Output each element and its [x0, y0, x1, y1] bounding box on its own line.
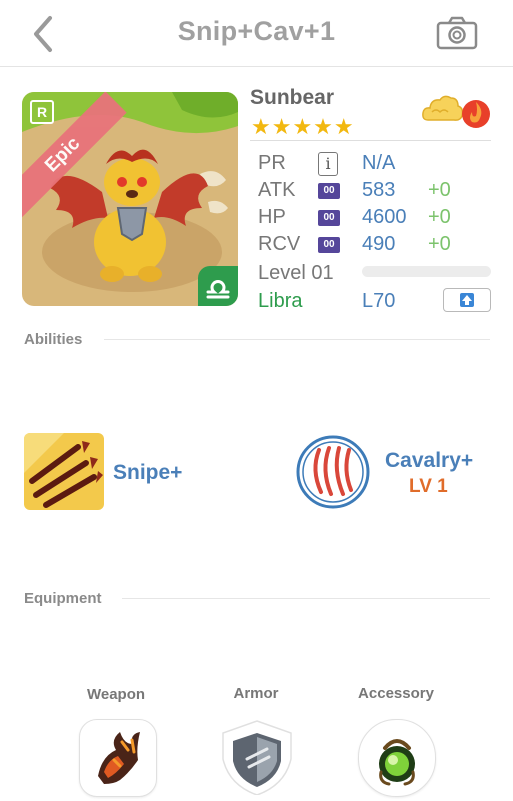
fire-icon	[462, 100, 490, 128]
upgrade-button[interactable]	[443, 288, 491, 312]
stat-label-atk: ATK	[258, 179, 296, 201]
equipment-divider	[122, 598, 490, 599]
stat-badge-rcv: 00	[318, 237, 340, 253]
star-rating: ★★★★★	[251, 114, 355, 139]
abilities-divider	[104, 339, 490, 340]
zodiac-level: L70	[362, 290, 396, 312]
stat-badge-atk: 00	[318, 183, 340, 199]
orb-accessory-icon	[379, 739, 415, 786]
zodiac-corner-badge	[198, 266, 238, 306]
stat-label-hp: HP	[258, 206, 286, 228]
equip-label-armor: Armor	[233, 685, 279, 702]
rarity-letter-badge: R	[30, 100, 54, 124]
stat-value-pr: N/A	[362, 152, 396, 174]
equipment-section-title: Equipment	[24, 590, 102, 607]
level-progress-bar	[362, 266, 491, 277]
hero-portrait[interactable]: Epic R	[22, 92, 238, 306]
libra-icon	[206, 280, 230, 299]
stat-bonus-rcv: +0	[428, 233, 451, 255]
camera-icon	[436, 16, 478, 50]
info-icon[interactable]: i	[318, 152, 338, 176]
stat-value-hp: 4600	[362, 206, 407, 228]
equip-slot-weapon[interactable]	[79, 719, 157, 797]
equip-label-weapon: Weapon	[86, 686, 146, 703]
claw-icon	[296, 435, 370, 509]
ability-snipe[interactable]	[24, 433, 104, 510]
stat-bonus-hp: +0	[428, 206, 451, 228]
hero-name: Sunbear	[250, 86, 335, 109]
equip-slot-accessory[interactable]	[358, 719, 436, 797]
stat-value-atk: 583	[362, 179, 396, 201]
arrow-up-icon	[460, 293, 474, 307]
zodiac-name: Libra	[258, 290, 303, 312]
stat-value-rcv: 490	[362, 233, 396, 255]
level-label: Level 01	[258, 262, 334, 284]
app-header: Snip+Cav+1	[0, 0, 513, 67]
camera-button[interactable]	[436, 16, 478, 50]
equip-slot-armor[interactable]	[219, 719, 295, 796]
ability-level-cavalry: LV 1	[409, 476, 448, 497]
cloud-icon	[422, 95, 464, 121]
shield-armor-icon	[222, 720, 292, 796]
element-icons	[420, 90, 492, 130]
stat-label-pr: PR	[258, 152, 286, 174]
stat-badge-hp: 00	[318, 210, 340, 226]
arrows-icon	[24, 433, 104, 510]
stat-bonus-atk: +0	[428, 179, 451, 201]
ability-name-cavalry: Cavalry+	[385, 449, 474, 472]
abilities-section-title: Abilities	[24, 331, 83, 348]
stats-divider	[250, 140, 491, 141]
stat-label-rcv: RCV	[258, 233, 301, 255]
ability-name-snipe: Snipe+	[113, 461, 183, 484]
claw-weapon-icon	[98, 732, 140, 784]
ability-cavalry[interactable]	[295, 434, 371, 510]
equip-label-accessory: Accessory	[358, 685, 434, 702]
